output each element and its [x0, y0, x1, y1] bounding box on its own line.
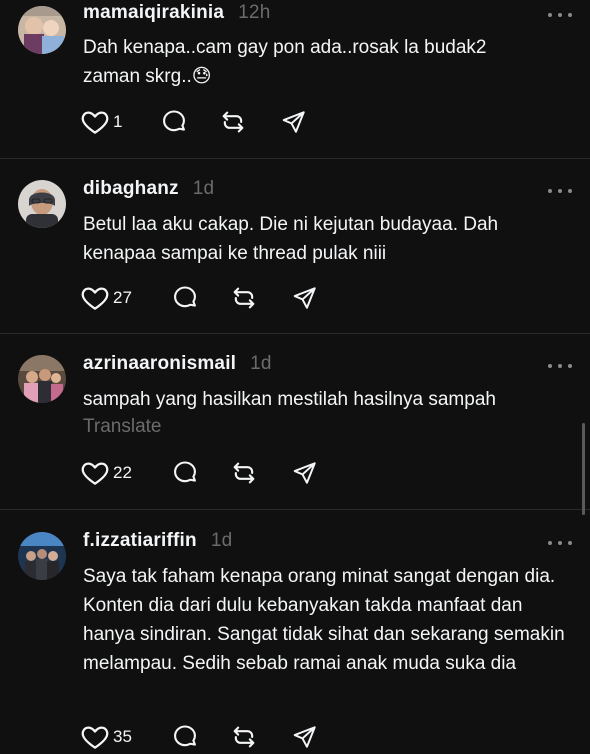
like-button[interactable]: 27 [80, 283, 132, 313]
avatar[interactable] [18, 355, 66, 403]
comment-icon [171, 723, 199, 751]
username-text[interactable]: dibaghanz [83, 178, 179, 199]
heart-icon [80, 283, 110, 313]
username-text[interactable]: azrinaaronismail [83, 353, 236, 374]
send-icon [292, 460, 318, 486]
timestamp: 1d [250, 353, 272, 374]
more-icon[interactable] [546, 359, 574, 371]
username[interactable]: mamaiqirakinia 12h [83, 2, 270, 24]
like-count: 1 [113, 112, 123, 131]
send-icon [292, 285, 318, 311]
repost-button[interactable] [230, 283, 258, 313]
repost-icon [230, 284, 258, 312]
repost-icon [230, 459, 258, 487]
more-icon[interactable] [546, 536, 574, 548]
reply-button[interactable] [171, 283, 199, 313]
timestamp: 1d [192, 178, 215, 199]
share-button[interactable] [281, 107, 307, 137]
divider [0, 509, 590, 510]
action-bar: 22 [80, 458, 380, 490]
avatar[interactable] [18, 6, 66, 54]
comment-icon [171, 284, 199, 312]
avatar[interactable] [18, 532, 66, 580]
action-bar: 27 [80, 283, 380, 315]
send-icon [281, 109, 307, 135]
translate-link[interactable]: Translate [83, 416, 162, 438]
divider [0, 158, 590, 159]
username-text[interactable]: f.izzatiariffin [83, 530, 197, 551]
like-button[interactable]: 22 [80, 458, 132, 488]
repost-button[interactable] [219, 107, 247, 137]
share-button[interactable] [292, 283, 318, 313]
heart-icon [80, 458, 110, 488]
reply-text: Betul laa aku cakap. Die ni kejutan buda… [83, 214, 499, 264]
send-icon [292, 724, 318, 750]
heart-icon [80, 107, 110, 137]
more-icon[interactable] [546, 8, 574, 20]
repost-icon [219, 108, 247, 136]
timestamp: 12h [238, 2, 271, 23]
like-button[interactable]: 1 [80, 107, 122, 137]
like-count: 27 [113, 288, 132, 307]
action-bar: 35 [80, 722, 380, 754]
repost-icon [230, 723, 258, 751]
comment-icon [160, 108, 188, 136]
reply-button[interactable] [160, 107, 188, 137]
like-button[interactable]: 35 [80, 722, 132, 752]
reply-button[interactable] [171, 722, 199, 752]
share-button[interactable] [292, 722, 318, 752]
reply-text: sampah yang hasilkan mestilah hasilnya s… [83, 389, 496, 410]
reply-button[interactable] [171, 458, 199, 488]
share-button[interactable] [292, 458, 318, 488]
divider [0, 333, 590, 334]
comment-icon [171, 459, 199, 487]
reply-text: Dah kenapa..cam gay pon ada..rosak la bu… [83, 37, 487, 87]
username[interactable]: f.izzatiariffin 1d [83, 530, 232, 552]
username[interactable]: azrinaaronismail 1d [83, 353, 272, 375]
username-text[interactable]: mamaiqirakinia [83, 2, 224, 23]
timestamp: 1d [210, 530, 233, 551]
avatar[interactable] [18, 180, 66, 228]
heart-icon [80, 722, 110, 752]
action-bar: 1 [80, 107, 380, 139]
username[interactable]: dibaghanz 1d [83, 178, 214, 200]
reply-text: Saya tak faham kenapa orang minat sangat… [83, 566, 565, 674]
like-count: 35 [113, 727, 132, 746]
more-icon[interactable] [546, 184, 574, 196]
repost-button[interactable] [230, 722, 258, 752]
scrollbar[interactable] [582, 423, 585, 515]
like-count: 22 [113, 463, 132, 482]
repost-button[interactable] [230, 458, 258, 488]
